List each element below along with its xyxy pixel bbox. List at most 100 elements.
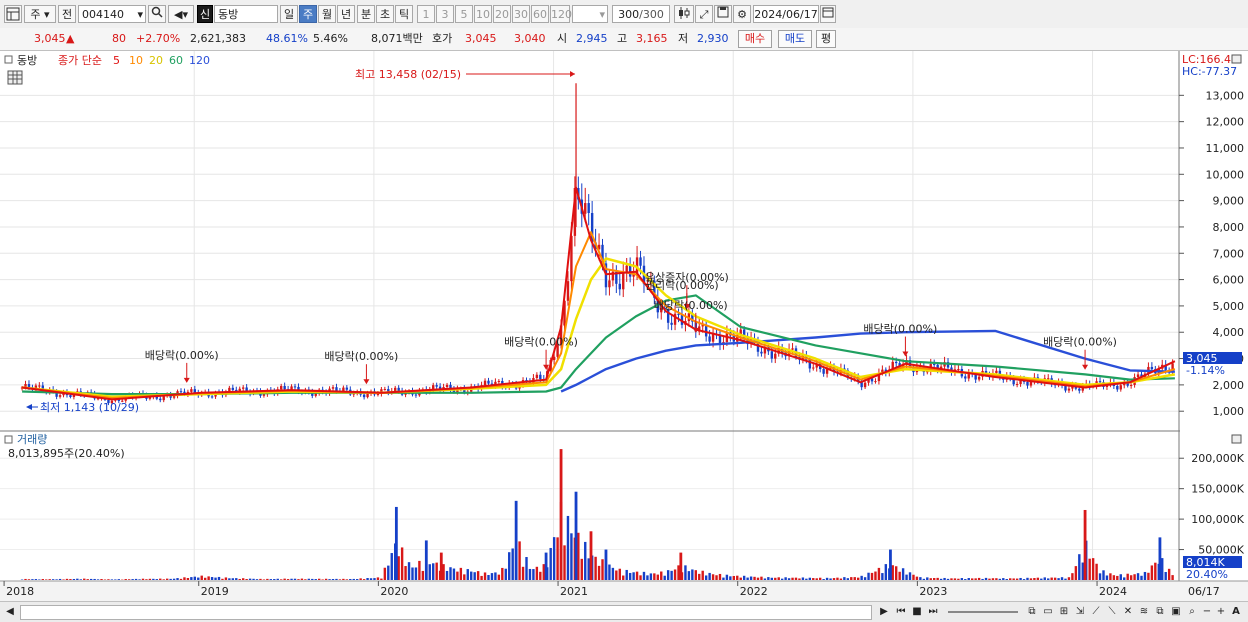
candle-type-icon[interactable] (674, 5, 694, 23)
volume-bar (743, 576, 745, 580)
gear-icon[interactable]: ⚙ (733, 5, 751, 23)
table-icon[interactable] (8, 71, 22, 84)
volume-bar (118, 579, 120, 580)
volume-bar (1144, 572, 1146, 580)
interval-120[interactable]: 120 (550, 5, 570, 23)
image-icon[interactable]: ▣ (1169, 605, 1183, 619)
first-page-icon[interactable]: ⏮ (894, 605, 908, 619)
volume-bar (45, 579, 47, 580)
period-minute[interactable]: 분 (357, 5, 375, 23)
line-icon[interactable]: ⟍ (1105, 605, 1119, 619)
zoom-icon[interactable]: ⌕ (1185, 605, 1199, 619)
sell-button[interactable]: 매도 (778, 30, 812, 48)
volume-bar (1126, 574, 1128, 580)
candle-body (567, 281, 569, 301)
cross-icon[interactable]: ✕ (1121, 605, 1135, 619)
scroll-right-icon[interactable]: ▶ (878, 605, 890, 619)
volume-bar (708, 573, 710, 580)
zoom-slider[interactable] (948, 611, 1018, 613)
volume-bar (919, 577, 921, 580)
current-price: 3,045 (34, 31, 66, 47)
volume-bar (679, 553, 682, 580)
scroll-track[interactable] (20, 605, 872, 620)
period-year[interactable]: 년 (337, 5, 355, 23)
data-count-field[interactable]: 300/300 (612, 5, 670, 23)
copy-icon[interactable]: ⧉ (1153, 605, 1167, 619)
volume-bar (225, 577, 227, 580)
interval-60[interactable]: 60 (531, 5, 549, 23)
prev-button[interactable]: 전 (58, 5, 76, 23)
interval-30[interactable]: 30 (512, 5, 530, 23)
date-field[interactable]: 2024/06/17 (753, 5, 819, 23)
period-week[interactable]: 주 (299, 5, 317, 23)
volume-bar (536, 567, 538, 580)
type-select[interactable]: 주 ▾ (24, 5, 56, 23)
volume-bar (149, 579, 151, 580)
zoom-in-icon[interactable]: + (1215, 605, 1227, 619)
volume-bar (867, 573, 869, 580)
lines-icon[interactable]: ≋ (1137, 605, 1151, 619)
volume-bar (415, 567, 417, 580)
candle-body (394, 388, 396, 391)
candle-body (194, 389, 196, 393)
chevron-down-icon[interactable]: ▾ (137, 6, 143, 24)
close-panel-icon[interactable] (1232, 435, 1241, 443)
close-panel-icon[interactable] (1232, 55, 1241, 63)
volume-bar (235, 578, 237, 580)
grid-icon[interactable]: ⊞ (1057, 605, 1071, 619)
chart-scroll-bar[interactable]: ◀ ▶ ⏮ ■ ⏭ ⧉ ▭ ⊞ ⇲ ⟋ ⟍ ✕ ≋ ⧉ ▣ ⌕ − + A (0, 601, 1248, 622)
interval-5[interactable]: 5 (455, 5, 473, 23)
candle-body (487, 381, 489, 384)
volume-bar (425, 540, 428, 580)
interval-1[interactable]: 1 (417, 5, 435, 23)
volume-bar (525, 557, 527, 580)
volume-bar (408, 562, 410, 580)
volume-bar (318, 579, 320, 580)
last-page-icon[interactable]: ⏭ (926, 605, 940, 619)
volume-bar (909, 572, 911, 580)
calendar-icon[interactable] (820, 5, 836, 23)
ask-price: 3,045 (465, 31, 497, 47)
volume-bar (957, 579, 959, 580)
save-icon[interactable] (714, 5, 732, 23)
eval-button[interactable]: 평 (816, 30, 836, 48)
scroll-left-icon[interactable]: ◀ (4, 605, 16, 619)
period-day[interactable]: 일 (280, 5, 298, 23)
stop-icon[interactable]: ■ (910, 605, 924, 619)
candle-body (38, 386, 40, 387)
volume-bar (55, 579, 57, 580)
volume-bar (871, 573, 873, 580)
trend-icon[interactable]: ⟋ (1089, 605, 1103, 619)
candle-body (211, 396, 213, 397)
layout-icon[interactable] (4, 5, 22, 23)
volume-bar (753, 577, 755, 580)
volume-bar (97, 579, 99, 580)
arrow-icon[interactable]: ⇲ (1073, 605, 1087, 619)
stock-name-field[interactable]: 동방 (214, 5, 278, 23)
stock-code-input[interactable]: 004140 ▾ (78, 5, 146, 23)
interval-10[interactable]: 10 (474, 5, 492, 23)
interval-3[interactable]: 3 (436, 5, 454, 23)
volume-bar (878, 568, 880, 580)
volume-bar (1040, 579, 1042, 580)
interval-20[interactable]: 20 (493, 5, 511, 23)
volume-bar (1030, 578, 1032, 580)
window-icon[interactable]: ⧉ (1025, 605, 1039, 619)
buy-button[interactable]: 매수 (738, 30, 772, 48)
volume-bar (1120, 574, 1122, 580)
period-tick[interactable]: 틱 (395, 5, 413, 23)
crosshair-icon[interactable]: ⤢ (695, 5, 713, 23)
period-month[interactable]: 월 (318, 5, 336, 23)
ruler-icon[interactable]: ▭ (1041, 605, 1055, 619)
candle-body (242, 387, 244, 388)
period-second[interactable]: 초 (376, 5, 394, 23)
search-icon[interactable] (148, 5, 166, 23)
volume-bar (328, 579, 330, 580)
interval-select[interactable]: ▾ (572, 5, 608, 23)
font-size-icon[interactable]: A (1229, 605, 1243, 619)
speaker-icon[interactable]: ◀▾ (168, 5, 194, 23)
zoom-out-icon[interactable]: − (1201, 605, 1213, 619)
stock-chart[interactable]: 1,0002,0003,0004,0005,0006,0007,0008,000… (0, 51, 1248, 601)
volume-bar (791, 578, 793, 580)
candle-body (384, 389, 386, 390)
